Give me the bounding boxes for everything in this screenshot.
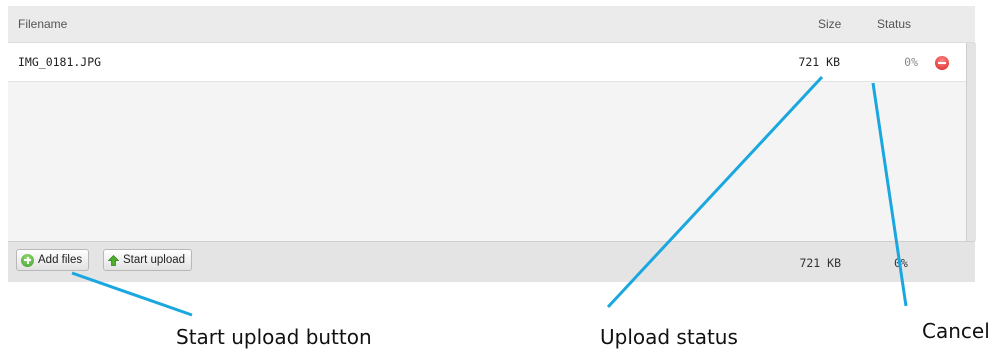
add-files-label: Add files	[38, 254, 83, 266]
file-list: IMG_0181.JPG 721 KB 0%	[8, 43, 966, 241]
upload-status-annotation: Upload status	[600, 325, 738, 349]
file-name: IMG_0181.JPG	[18, 55, 102, 69]
file-row: IMG_0181.JPG 721 KB 0%	[8, 43, 966, 82]
start-upload-annotation: Start upload button	[176, 325, 372, 349]
add-files-button[interactable]: Add files	[16, 249, 90, 271]
total-percent: 0%	[894, 256, 908, 270]
file-list-footer: Add files Start upload 721 KB 0%	[8, 241, 975, 282]
add-icon	[21, 253, 34, 267]
upload-arrow-icon	[108, 254, 119, 266]
cancel-annotation: Cancel	[922, 319, 990, 343]
file-size: 721 KB	[798, 55, 840, 69]
size-column-header: Size	[818, 17, 842, 31]
remove-icon[interactable]	[935, 56, 949, 70]
start-upload-label: Start upload	[123, 254, 186, 266]
filename-column-header: Filename	[18, 17, 68, 31]
file-list-header: Filename Size Status	[8, 6, 975, 43]
file-list-scrollbar[interactable]	[966, 43, 976, 241]
file-uploader: Filename Size Status IMG_0181.JPG 721 KB…	[8, 6, 976, 282]
total-size: 721 KB	[799, 256, 841, 270]
file-status: 0%	[904, 55, 918, 69]
status-column-header: Status	[877, 17, 912, 31]
start-upload-button[interactable]: Start upload	[103, 249, 193, 271]
